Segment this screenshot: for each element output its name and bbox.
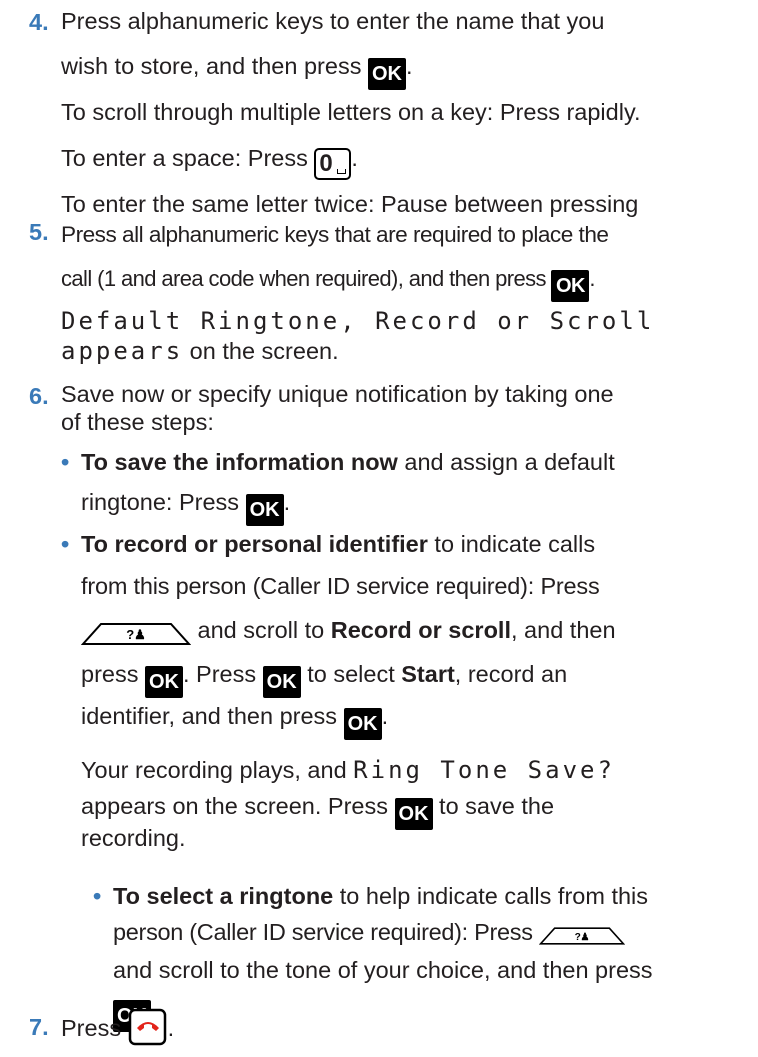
end-call-key-icon — [128, 1008, 168, 1055]
bullet-text: press OK. Press OK to select Start, reco… — [81, 657, 567, 698]
bullet-select-ringtone: • To select a ringtone to help indicate … — [93, 883, 753, 1032]
bullet-text: To record or personal identifier to indi… — [81, 531, 596, 557]
step-text: wish to store, and then press OK. — [61, 49, 413, 90]
ok-key-icon: OK — [262, 666, 301, 698]
note-text: Your recording plays, and Ring Tone Save… — [81, 756, 615, 784]
step-text: Press . — [61, 1008, 174, 1055]
bullet-text: To select a ringtone to help indicate ca… — [113, 883, 649, 909]
recording-note: Your recording plays, and Ring Tone Save… — [81, 753, 751, 883]
step-number: 5. — [29, 219, 49, 245]
bullet-save-now: • To save the information now and assign… — [61, 445, 751, 526]
step-number: 7. — [29, 1014, 49, 1040]
ok-key-icon: OK — [551, 270, 590, 302]
bullet-text: person (Caller ID service required): Pre… — [113, 915, 626, 957]
step-text: appears on the screen. — [61, 337, 339, 365]
note-text: recording. — [81, 825, 186, 851]
bullet-marker: • — [61, 531, 70, 557]
step-text: Press all alphanumeric keys that are req… — [61, 222, 609, 247]
step-number: 6. — [29, 383, 49, 409]
step-text: of these steps: — [61, 409, 214, 435]
step-text: To scroll through multiple letters on a … — [61, 99, 641, 125]
bullet-text: ?♟ and scroll to Record or scroll, and t… — [80, 613, 616, 655]
caller-id-softkey-icon: ?♟ — [538, 923, 626, 957]
ok-key-icon: OK — [394, 798, 433, 830]
ok-key-icon: OK — [245, 494, 284, 526]
bullet-marker: • — [93, 883, 102, 909]
svg-text:?♟: ?♟ — [575, 932, 590, 943]
step-number: 4. — [29, 9, 49, 35]
step-text: To enter a space: Press 0. — [61, 141, 358, 180]
bullet-text: ringtone: Press OK. — [81, 485, 290, 526]
step-7: 7. Press . — [29, 1008, 329, 1056]
manual-page: 4. Press alphanumeric keys to enter the … — [0, 0, 758, 1057]
zero-key-icon: 0 — [314, 148, 352, 180]
ok-key-icon: OK — [367, 58, 406, 90]
step-4: 4. Press alphanumeric keys to enter the … — [29, 8, 749, 249]
ok-key-icon: OK — [145, 666, 183, 698]
bullet-text: and scroll to the tone of your choice, a… — [113, 957, 653, 983]
bullet-text: identifier, and then press OK. — [81, 699, 388, 740]
bullet-marker: • — [61, 449, 70, 475]
ok-key-icon: OK — [343, 708, 382, 740]
svg-text:?♟: ?♟ — [126, 627, 146, 642]
bullet-text: from this person (Caller ID service requ… — [81, 573, 600, 599]
step-text: call (1 and area code when required), an… — [61, 262, 595, 302]
step-text: Press alphanumeric keys to enter the nam… — [61, 8, 605, 34]
caller-id-softkey-icon: ?♟ — [80, 621, 192, 655]
step-text: To enter the same letter twice: Pause be… — [61, 191, 639, 217]
lcd-text: Default Ringtone, Record or Scroll — [61, 307, 655, 335]
bullet-text: To save the information now and assign a… — [81, 449, 615, 475]
